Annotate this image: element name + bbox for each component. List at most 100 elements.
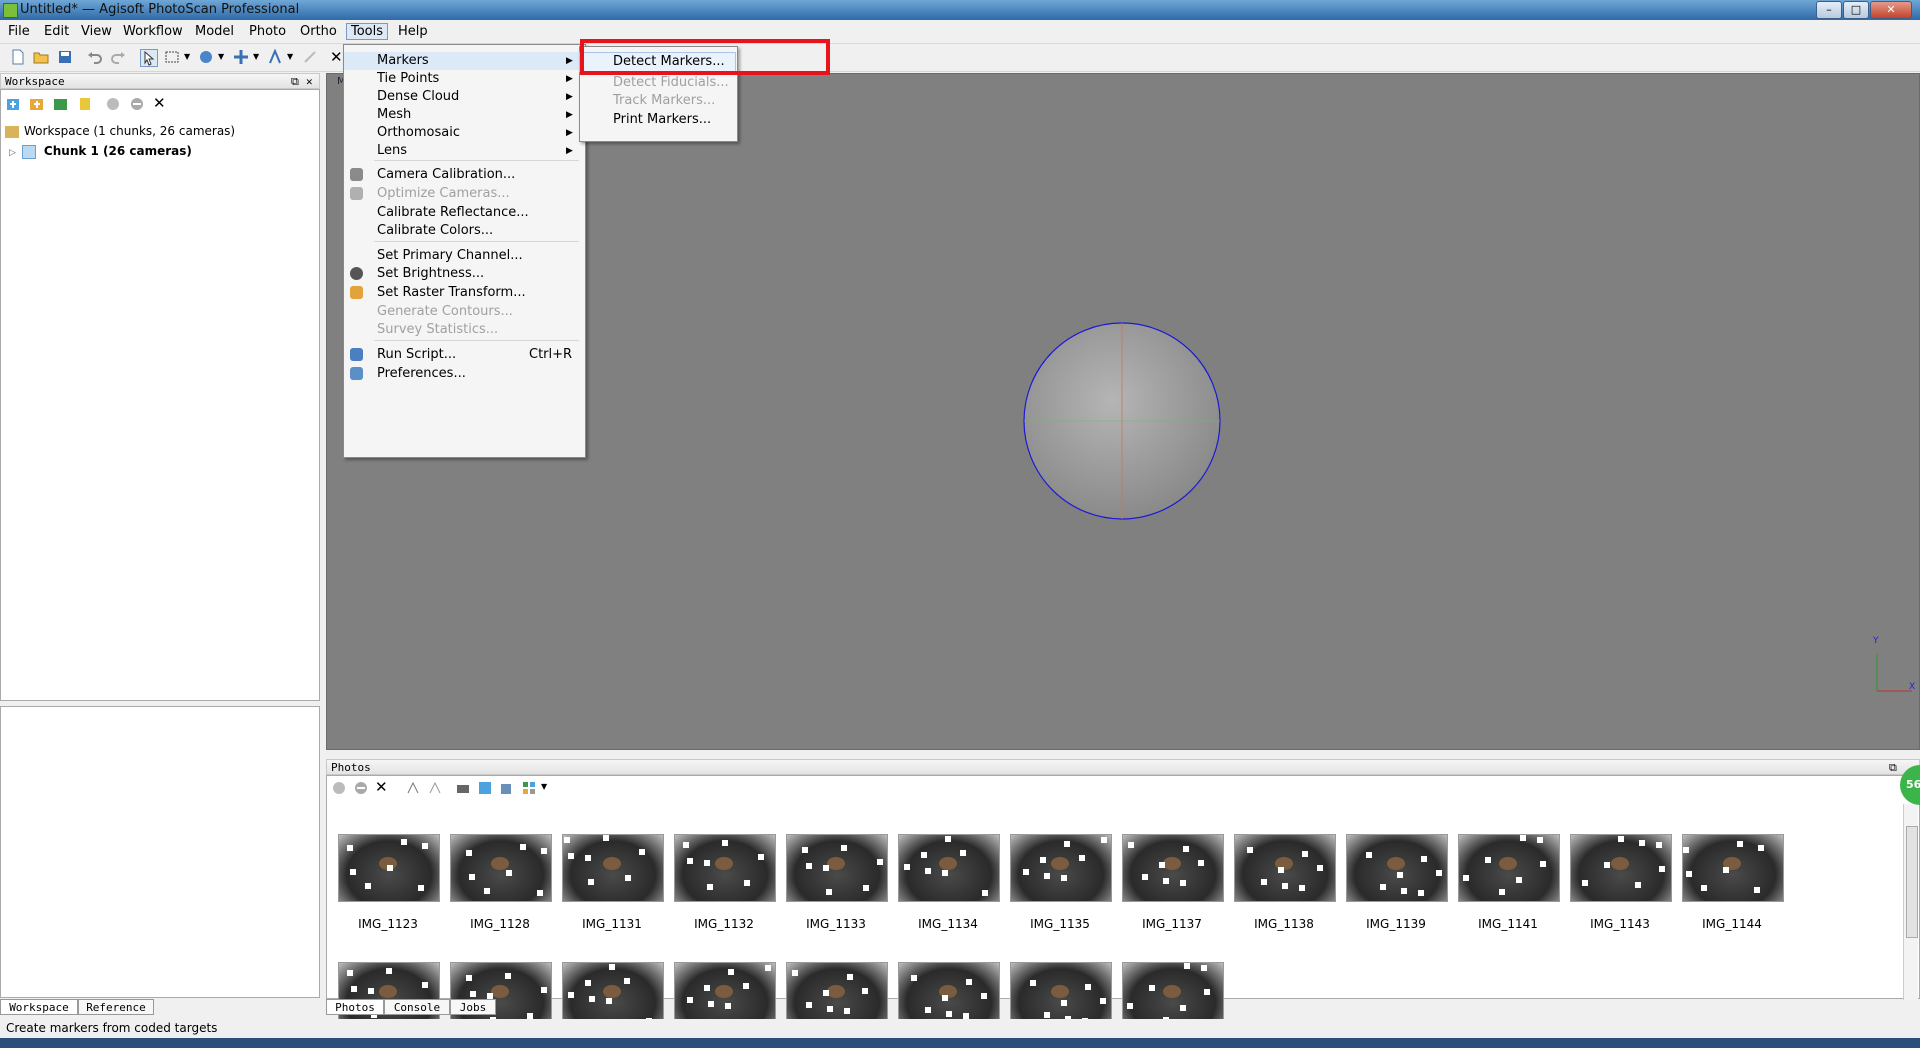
chevron-down-icon[interactable]: ▼: [287, 52, 293, 61]
tools-menu-item-set-primary-channel[interactable]: Set Primary Channel...: [344, 247, 583, 265]
photo-subject: [1163, 985, 1181, 998]
photo-thumbnail[interactable]: [1010, 834, 1112, 902]
markers-menu-item-print-markers[interactable]: Print Markers...: [580, 111, 735, 129]
photo-view-icon[interactable]: [477, 780, 493, 796]
tools-menu-item-camera-calibration[interactable]: Camera Calibration...: [344, 166, 583, 184]
tools-menu-item-calibrate-reflectance[interactable]: Calibrate Reflectance...: [344, 204, 583, 222]
enable-icon[interactable]: [105, 96, 121, 112]
ruler-icon[interactable]: [267, 49, 283, 65]
tools-menu-item-calibrate-colors[interactable]: Calibrate Colors...: [344, 222, 583, 240]
float-panel-icon[interactable]: ⧉: [1889, 760, 1897, 776]
menu-help[interactable]: Help: [395, 24, 431, 39]
photos-panel-title: Photos ⧉: [326, 759, 1920, 775]
remove-photos-icon[interactable]: ✕: [375, 778, 388, 796]
undo-icon[interactable]: [87, 49, 103, 65]
chevron-down-icon[interactable]: ▼: [218, 52, 224, 61]
scrollbar-thumb[interactable]: [1906, 826, 1918, 938]
redo-icon[interactable]: [110, 49, 126, 65]
rotate-object-icon[interactable]: [233, 49, 249, 65]
tab-workspace[interactable]: Workspace: [0, 999, 78, 1015]
menu-photo[interactable]: Photo: [246, 24, 289, 39]
tools-menu-item-set-raster-transform[interactable]: Set Raster Transform...: [344, 284, 583, 302]
disable-icon[interactable]: [129, 96, 145, 112]
photo-thumbnail[interactable]: [1234, 834, 1336, 902]
menu-view[interactable]: View: [78, 24, 115, 39]
tools-menu-item-set-brightness[interactable]: Set Brightness...: [344, 265, 583, 283]
tab-jobs[interactable]: Jobs: [450, 999, 496, 1015]
close-panel-icon[interactable]: ✕: [306, 74, 313, 90]
delete-selection-icon[interactable]: ✕: [330, 48, 343, 66]
photo-thumbnail[interactable]: [450, 834, 552, 902]
new-file-icon[interactable]: [10, 49, 26, 65]
menu-item-label: Set Primary Channel...: [377, 248, 523, 263]
tools-menu-item-dense-cloud[interactable]: Dense Cloud ▶: [344, 88, 583, 106]
workspace-root-item[interactable]: Workspace (1 chunks, 26 cameras): [5, 124, 235, 138]
rotate-left-icon[interactable]: [405, 780, 421, 796]
cut-icon[interactable]: [302, 49, 318, 65]
remove-items-icon[interactable]: ✕: [153, 94, 166, 112]
chunk-item[interactable]: ▷ Chunk 1 (26 cameras): [9, 144, 192, 159]
close-button[interactable]: ✕: [1870, 1, 1912, 19]
tools-menu-item-generate-contours[interactable]: Generate Contours...: [344, 303, 583, 321]
tab-console[interactable]: Console: [384, 999, 450, 1015]
move-object-icon[interactable]: [198, 49, 214, 65]
menu-file[interactable]: File: [5, 24, 33, 39]
photo-thumbnail[interactable]: [898, 834, 1000, 902]
tools-menu-item-run-script[interactable]: Run Script... Ctrl+R: [344, 346, 583, 364]
minimize-button[interactable]: –: [1816, 1, 1842, 19]
tab-reference[interactable]: Reference: [78, 999, 154, 1015]
float-panel-icon[interactable]: ⧉: [291, 74, 299, 90]
add-chunk-icon[interactable]: [5, 96, 21, 112]
menu-ortho[interactable]: Ortho: [297, 24, 340, 39]
open-folder-icon[interactable]: [33, 49, 49, 65]
add-photos-icon[interactable]: [29, 96, 45, 112]
tools-menu-item-markers[interactable]: Markers ▶: [344, 52, 583, 70]
photo-thumbnail[interactable]: [1682, 834, 1784, 902]
markers-menu-item-detect-fiducials[interactable]: Detect Fiducials...: [580, 74, 735, 92]
filter-icon[interactable]: [455, 780, 471, 796]
rotate-right-icon[interactable]: [427, 780, 443, 796]
photo-thumbnail[interactable]: [1346, 834, 1448, 902]
add-folder-icon[interactable]: [53, 96, 69, 112]
coded-target-mark: [683, 842, 689, 848]
photos-scrollbar[interactable]: [1903, 804, 1918, 1000]
tools-menu-item-mesh[interactable]: Mesh ▶: [344, 106, 583, 124]
tools-menu-item-optimize-cameras[interactable]: Optimize Cameras...: [344, 185, 583, 203]
menu-model[interactable]: Model: [192, 24, 237, 39]
photo-thumbnail[interactable]: [1122, 834, 1224, 902]
coded-target-mark: [537, 890, 543, 896]
copy-icon[interactable]: [499, 780, 515, 796]
tab-photos[interactable]: Photos: [326, 999, 384, 1015]
photo-thumbnail[interactable]: [562, 834, 664, 902]
tools-menu-item-orthomosaic[interactable]: Orthomosaic ▶: [344, 124, 583, 142]
photo-thumbnail[interactable]: [1458, 834, 1560, 902]
photo-thumbnail[interactable]: [786, 834, 888, 902]
navigation-cursor-icon[interactable]: [140, 49, 158, 67]
tools-menu-item-survey-statistics[interactable]: Survey Statistics...: [344, 321, 583, 339]
tools-menu-item-lens[interactable]: Lens ▶: [344, 142, 583, 160]
workspace-icon: [5, 125, 19, 138]
photo-thumbnail[interactable]: [1570, 834, 1672, 902]
menu-workflow[interactable]: Workflow: [120, 24, 186, 39]
disable-icon[interactable]: [353, 780, 369, 796]
chevron-down-icon[interactable]: ▼: [541, 782, 547, 791]
maximize-button[interactable]: □: [1843, 1, 1869, 19]
coded-target-mark: [1044, 1012, 1050, 1018]
tools-menu-item-tie-points[interactable]: Tie Points ▶: [344, 70, 583, 88]
coded-target-mark: [827, 1006, 833, 1012]
chevron-down-icon[interactable]: ▼: [253, 52, 259, 61]
markers-menu-item-track-markers[interactable]: Track Markers...: [580, 92, 735, 110]
add-markers-icon[interactable]: [77, 96, 93, 112]
save-icon[interactable]: [57, 49, 73, 65]
expand-arrow-icon[interactable]: ▷: [9, 148, 16, 158]
photo-label: IMG_1131: [582, 917, 642, 931]
rectangle-select-icon[interactable]: [164, 49, 180, 65]
menu-tools[interactable]: Tools: [346, 23, 389, 40]
photo-thumbnail[interactable]: [338, 834, 440, 902]
tools-menu-item-preferences[interactable]: Preferences...: [344, 365, 583, 383]
chevron-down-icon[interactable]: ▼: [184, 52, 190, 61]
photo-thumbnail[interactable]: [674, 834, 776, 902]
enable-icon[interactable]: [331, 780, 347, 796]
thumbnail-size-icon[interactable]: [521, 780, 537, 796]
menu-edit[interactable]: Edit: [41, 24, 72, 39]
